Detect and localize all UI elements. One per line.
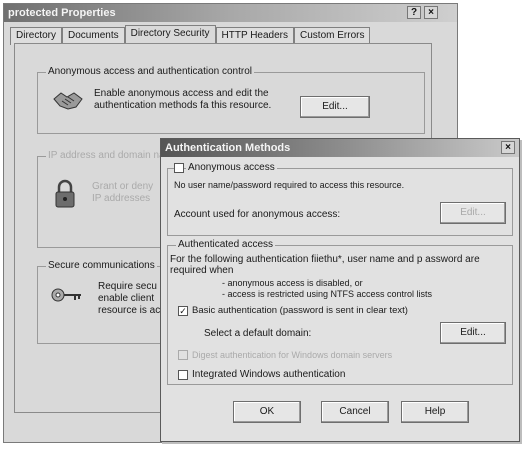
authentication-methods-dialog: Authentication Methods × Anonymous acces… <box>160 138 520 442</box>
auth-titlebar: Authentication Methods × <box>161 139 519 157</box>
default-domain-label: Select a default domain: <box>204 328 312 339</box>
anonymous-access-group: Anonymous access and authentication cont… <box>37 66 425 134</box>
digest-auth-checkbox[interactable] <box>178 350 188 360</box>
anonymous-access-checkbox[interactable] <box>174 163 184 173</box>
auth-bullet-2: - access is restricted using NTFS access… <box>222 289 433 299</box>
anonymous-access-label: Anonymous access <box>186 162 277 173</box>
close-button[interactable]: × <box>424 6 438 19</box>
anonymous-desc: No user name/password required to access… <box>174 180 405 190</box>
lock-icon <box>55 179 75 208</box>
anonymous-edit-button[interactable]: Edit... <box>300 96 370 118</box>
secure-group-label: Secure communications <box>46 260 157 271</box>
auth-close-button[interactable]: × <box>501 141 515 154</box>
cancel-button[interactable]: Cancel <box>321 401 389 423</box>
account-label: Account used for anonymous access: <box>174 209 341 220</box>
ip-desc-line1: Grant or deny <box>92 181 154 192</box>
auth-title: Authentication Methods <box>165 142 291 154</box>
secure-desc-line2: enable client <box>98 293 155 304</box>
auth-anonymous-group: Anonymous access No user name/password r… <box>167 162 513 236</box>
authenticated-group-label: Authenticated access <box>176 239 276 250</box>
anonymous-desc-line1: Enable anonymous access and edit the <box>94 88 269 99</box>
basic-auth-checkbox[interactable]: ✓ <box>178 306 188 316</box>
domain-edit-button[interactable]: Edit... <box>440 322 506 344</box>
handshake-icon <box>53 92 83 110</box>
properties-title: protected Properties <box>8 7 116 19</box>
authenticated-access-group: Authenticated access For the following a… <box>167 239 513 385</box>
integrated-windows-auth-checkbox[interactable] <box>178 370 188 380</box>
anonymous-desc-line2: authentication methods fa this resource. <box>94 100 272 111</box>
account-edit-button[interactable]: Edit... <box>440 202 506 224</box>
basic-auth-label: Basic authentication (password is sent i… <box>192 305 408 316</box>
properties-titlebar: protected Properties ? × <box>4 4 457 22</box>
properties-tab-strip: Directory Documents Directory Security H… <box>10 25 371 45</box>
secure-desc-line1: Require secu <box>98 281 157 292</box>
ok-button[interactable]: OK <box>233 401 301 423</box>
help-dialog-button[interactable]: Help <box>401 401 469 423</box>
tab-directory-security[interactable]: Directory Security <box>124 25 216 45</box>
auth-desc-line2: required when <box>170 265 234 276</box>
ip-desc-line2: IP addresses <box>92 193 151 204</box>
digest-auth-label: Digest authentication for Windows domain… <box>192 350 393 360</box>
key-icon <box>51 288 81 302</box>
help-button[interactable]: ? <box>407 6 421 19</box>
anonymous-group-label: Anonymous access and authentication cont… <box>46 66 255 77</box>
secure-desc-line3: resource is ac <box>98 305 161 316</box>
integrated-windows-auth-label: Integrated Windows authentication <box>192 369 346 380</box>
